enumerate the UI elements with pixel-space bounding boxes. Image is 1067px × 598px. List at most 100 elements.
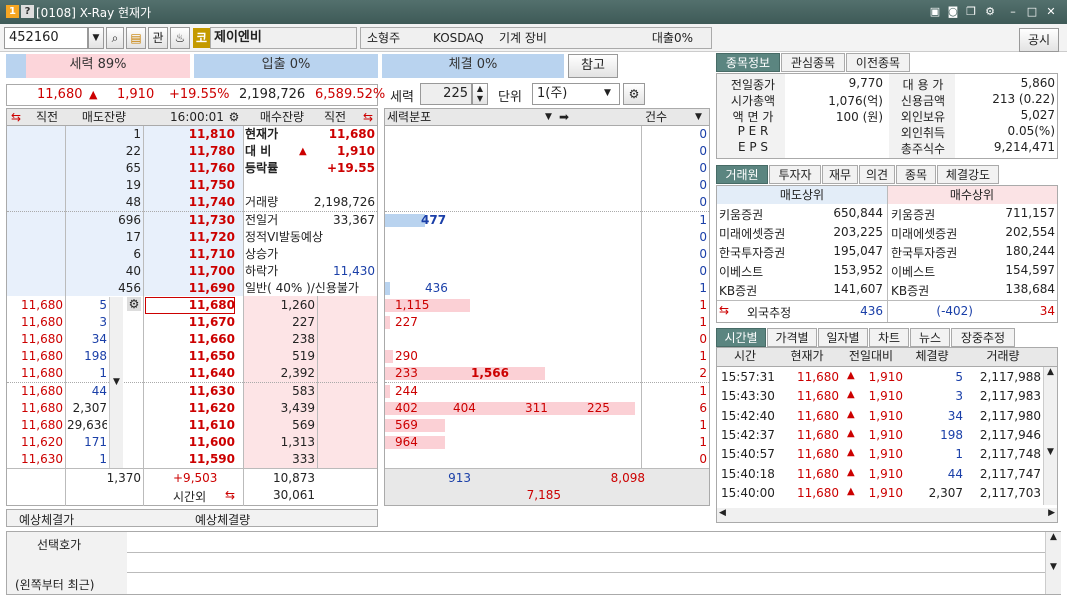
tab-right_tabs3-5[interactable]: 장중추정 <box>951 328 1015 347</box>
ask-qty[interactable]: 19 <box>67 177 141 194</box>
sell-broker[interactable]: 미래에셋증권 <box>719 225 805 242</box>
bid-price[interactable]: 11,590 <box>145 451 235 468</box>
ask-qty[interactable]: 22 <box>67 143 141 160</box>
buy-broker[interactable]: KB증권 <box>891 282 977 299</box>
ask-qty[interactable]: 1 <box>67 126 141 143</box>
afterhours-swap-icon[interactable]: ⇆ <box>225 488 241 502</box>
buy-broker[interactable]: 한국투자증권 <box>891 244 977 261</box>
kwan-button[interactable]: 관 <box>148 27 168 49</box>
ask-price[interactable]: 11,710 <box>145 246 235 263</box>
buy-broker[interactable]: 이베스트 <box>891 263 977 280</box>
ask-price[interactable]: 11,700 <box>145 263 235 280</box>
tab-right_tabs1-0[interactable]: 종목정보 <box>716 53 780 72</box>
reference-button[interactable]: 참고 <box>568 54 618 78</box>
stock-code-input[interactable]: 452160 <box>4 27 88 49</box>
notice-button[interactable]: 공시 <box>1019 28 1059 52</box>
tab-right_tabs2-4[interactable]: 종목 <box>896 165 936 184</box>
copy-icon[interactable]: ❐ <box>964 5 978 19</box>
ask-price[interactable]: 11,750 <box>145 177 235 194</box>
ask-qty[interactable]: 456 <box>67 280 141 297</box>
gear-icon[interactable]: ⚙ <box>983 5 997 19</box>
ask-price[interactable]: 11,720 <box>145 229 235 246</box>
tab-right_tabs2-3[interactable]: 의견 <box>859 165 895 184</box>
up-arrow-icon: ▲ <box>847 427 855 439</box>
tab-right_tabs3-1[interactable]: 가격별 <box>767 328 817 347</box>
ask-qty[interactable]: 65 <box>67 160 141 177</box>
ask-qty[interactable]: 40 <box>67 263 141 280</box>
bid-qty[interactable]: 1,313 <box>245 434 315 451</box>
bid-qty[interactable]: 333 <box>245 451 315 468</box>
dist-dropdown-icon[interactable]: ▼ <box>545 109 557 125</box>
ask-qty[interactable]: 6 <box>67 246 141 263</box>
bid-price[interactable]: 11,660 <box>145 331 235 348</box>
bid-qty[interactable]: 569 <box>245 417 315 434</box>
ask-qty[interactable]: 17 <box>67 229 141 246</box>
buy-broker[interactable]: 미래에셋증권 <box>891 225 977 242</box>
search-icon[interactable]: ⌕ <box>106 27 124 49</box>
bid-qty[interactable]: 583 <box>245 383 315 400</box>
close-button[interactable]: ✕ <box>1044 5 1058 19</box>
ask-qty[interactable]: 48 <box>67 194 141 211</box>
ask-price[interactable]: 11,780 <box>145 143 235 160</box>
volume: 2,198,726 <box>239 87 306 102</box>
tab-right_tabs3-0[interactable]: 시간별 <box>716 328 766 347</box>
tab-right_tabs3-3[interactable]: 차트 <box>869 328 909 347</box>
ask-price[interactable]: 11,690 <box>145 280 235 297</box>
tab-right_tabs3-2[interactable]: 일자별 <box>818 328 868 347</box>
settings-gear-icon[interactable]: ⚙ <box>623 83 645 105</box>
camera-icon[interactable]: ◙ <box>946 5 960 19</box>
bid-price[interactable]: 11,620 <box>145 400 235 417</box>
foreign-swap-icon[interactable]: ⇆ <box>719 303 729 317</box>
unit-dropdown-icon[interactable]: ▼ <box>604 88 611 98</box>
bid-price[interactable]: 11,640 <box>145 365 235 382</box>
ask-price[interactable]: 11,740 <box>145 194 235 211</box>
bid-price[interactable]: 11,670 <box>145 314 235 331</box>
tab-right_tabs1-1[interactable]: 관심종목 <box>781 53 845 72</box>
time-table-scrollbar[interactable]: ▲ ▼ <box>1043 367 1057 505</box>
bid-qty[interactable]: 2,392 <box>245 365 315 382</box>
bid-qty[interactable]: 519 <box>245 348 315 365</box>
tab-right_tabs1-2[interactable]: 이전종목 <box>846 53 910 72</box>
bid-price[interactable]: 11,630 <box>145 383 235 400</box>
tab-right_tabs2-1[interactable]: 투자자 <box>769 165 821 184</box>
tab-right_tabs2-0[interactable]: 거래원 <box>716 165 768 184</box>
tab-right_tabs3-4[interactable]: 뉴스 <box>910 328 950 347</box>
buy-broker[interactable]: 키움증권 <box>891 206 977 223</box>
seryeok-input[interactable]: 225 <box>420 83 472 105</box>
ask-price[interactable]: 11,730 <box>145 212 235 229</box>
bid-qty[interactable]: 227 <box>245 314 315 331</box>
bid-price[interactable]: 11,610 <box>145 417 235 434</box>
sell-broker[interactable]: 이베스트 <box>719 263 805 280</box>
seryeok-spinner[interactable]: ▲ ▼ <box>472 83 488 105</box>
selection-scrollbar[interactable]: ▲ ▼ <box>1045 532 1061 594</box>
bid-price[interactable]: 11,600 <box>145 434 235 451</box>
time-table-hscroll[interactable]: ◀ ▶ <box>717 508 1057 522</box>
bid-qty[interactable]: 1,260 <box>245 297 315 314</box>
sell-broker[interactable]: 한국투자증권 <box>719 244 805 261</box>
ask-qty[interactable]: 696 <box>67 212 141 229</box>
bell-icon[interactable]: ♨ <box>170 27 190 49</box>
swap-icon[interactable]: ⇆ <box>9 109 23 125</box>
folder-icon[interactable]: ▤ <box>126 27 146 49</box>
gear-small-icon[interactable]: ⚙ <box>227 109 241 125</box>
tab-right_tabs2-5[interactable]: 체결강도 <box>937 165 999 184</box>
maximize-button[interactable]: □ <box>1025 5 1039 19</box>
arrow-right-icon[interactable]: ➡ <box>559 109 577 125</box>
swap-icon-right[interactable]: ⇆ <box>361 109 375 125</box>
tick-gear-icon[interactable]: ⚙ <box>127 297 141 311</box>
ask-price[interactable]: 11,760 <box>145 160 235 177</box>
screenshot-icon[interactable]: ▣ <box>928 5 942 19</box>
tab-right_tabs2-2[interactable]: 재무 <box>822 165 858 184</box>
bid-price[interactable]: 11,680 <box>145 297 235 314</box>
sell-broker[interactable]: KB증권 <box>719 282 805 299</box>
bid-price[interactable]: 11,650 <box>145 348 235 365</box>
help-icon[interactable]: ? <box>21 5 34 18</box>
bid-qty[interactable]: 3,439 <box>245 400 315 417</box>
count-dropdown-icon[interactable]: ▼ <box>695 109 707 125</box>
minimize-button[interactable]: – <box>1006 5 1020 19</box>
bid-qty[interactable]: 238 <box>245 331 315 348</box>
tick-scrollbar[interactable]: ▼ <box>109 297 123 468</box>
code-dropdown-icon[interactable]: ▼ <box>88 27 104 49</box>
ask-price[interactable]: 11,810 <box>145 126 235 143</box>
sell-broker[interactable]: 키움증권 <box>719 206 805 223</box>
